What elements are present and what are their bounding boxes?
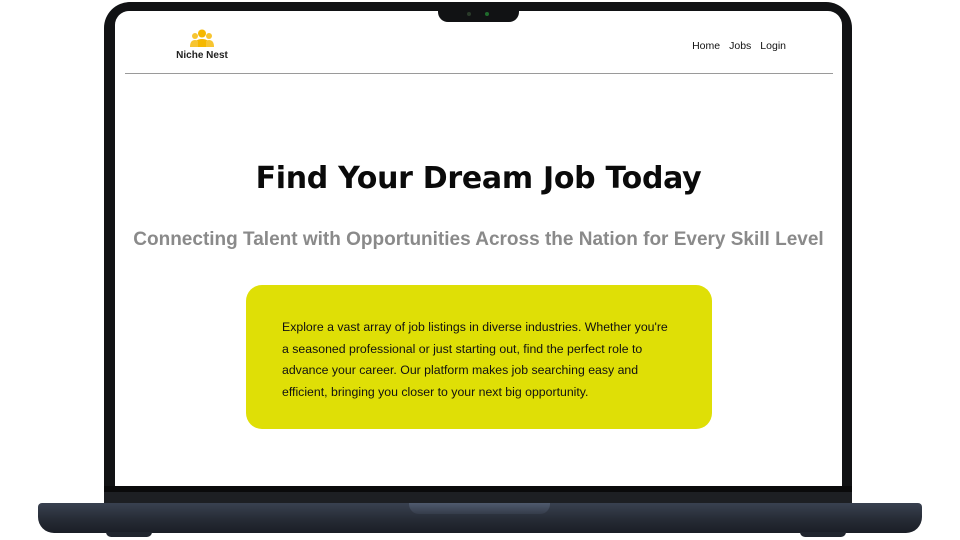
nav-jobs-link[interactable]: Jobs (729, 40, 751, 52)
camera-notch (438, 2, 519, 22)
info-card-text: Explore a vast array of job listings in … (282, 320, 668, 399)
info-card: Explore a vast array of job listings in … (246, 285, 712, 429)
header-divider (125, 73, 833, 74)
camera-indicator-icon (485, 12, 489, 16)
group-people-icon (190, 29, 214, 47)
laptop-foot-left (106, 532, 152, 537)
nav-home-link[interactable]: Home (692, 40, 720, 52)
laptop-opening-notch (409, 503, 550, 514)
laptop-foot-right (800, 532, 846, 537)
brand-name: Niche Nest (176, 50, 228, 61)
hero-subtitle: Connecting Talent with Opportunities Acr… (133, 229, 824, 250)
main-nav: Home Jobs Login (692, 40, 786, 52)
laptop-chin-shadow (104, 486, 852, 492)
laptop-screen: Niche Nest Home Jobs Login Find Your Dre… (115, 11, 842, 486)
camera-sensor-icon (467, 12, 471, 16)
nav-login-link[interactable]: Login (760, 40, 786, 52)
hero-title: Find Your Dream Job Today (255, 161, 702, 196)
brand-logo[interactable]: Niche Nest (173, 29, 231, 61)
